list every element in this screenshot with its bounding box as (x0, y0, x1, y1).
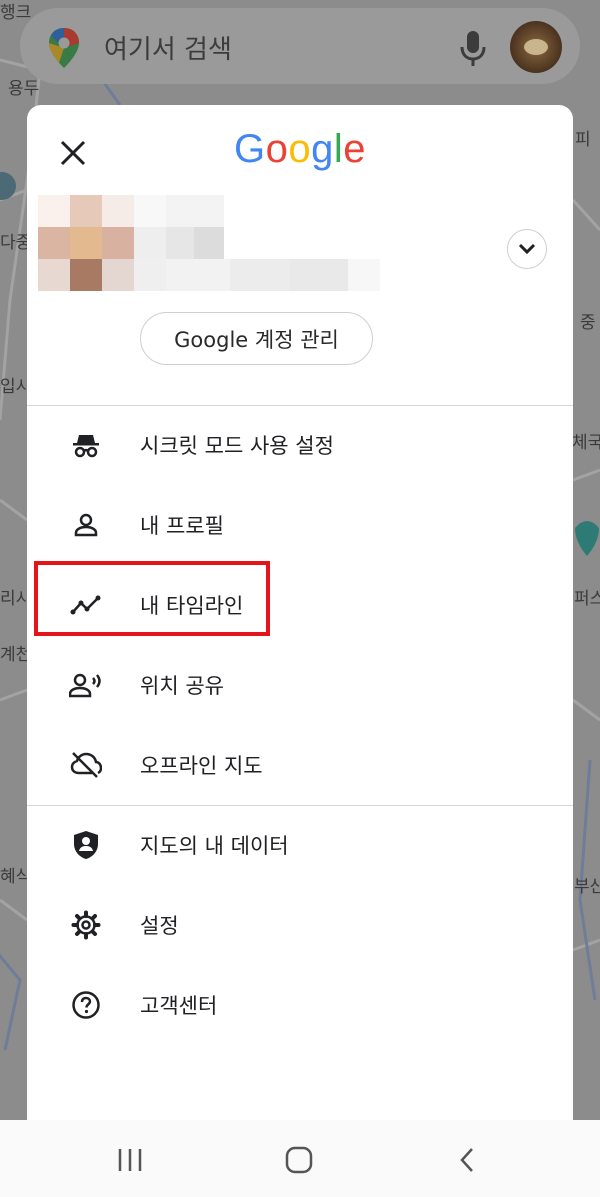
blurred-account-info (38, 195, 383, 291)
back-icon (460, 1148, 473, 1172)
google-logo-letter: o (288, 127, 312, 171)
account-menu-panel: Google Google 계정 관리 시크릿 모드 사용 설정 내 프로필 내… (27, 105, 573, 1120)
menu-item-label: 내 프로필 (140, 514, 224, 538)
map-label: 중 (580, 313, 596, 333)
highlight-box (34, 561, 270, 636)
recent-apps-icon (118, 1149, 142, 1171)
gear-icon (69, 908, 103, 942)
menu-item-label: 지도의 내 데이터 (140, 834, 289, 858)
google-logo-letter: G (233, 127, 266, 171)
menu-item-help[interactable]: 고객센터 (27, 966, 573, 1044)
menu-item-label: 설정 (140, 914, 179, 938)
menu-item-your-data[interactable]: 지도의 내 데이터 (27, 806, 573, 884)
search-input[interactable]: 여기서 검색 (104, 29, 232, 66)
menu-item-label: 위치 공유 (140, 674, 224, 698)
expand-accounts-button[interactable] (507, 229, 547, 269)
map-label: 행크 (0, 3, 32, 23)
menu-item-profile[interactable]: 내 프로필 (27, 486, 573, 564)
home-icon (285, 1146, 313, 1174)
map-label: 퍼스 (574, 589, 600, 609)
google-logo-letter: g (311, 127, 334, 171)
menu-item-label: 고객센터 (140, 994, 218, 1018)
chevron-down-icon (518, 243, 536, 255)
map-label: 용두 (8, 79, 40, 99)
menu-item-offline-maps[interactable]: 오프라인 지도 (27, 726, 573, 804)
menu-item-location-sharing[interactable]: 위치 공유 (27, 646, 573, 724)
menu-item-settings[interactable]: 설정 (27, 886, 573, 964)
menu-item-label: 시크릿 모드 사용 설정 (140, 434, 334, 458)
google-logo-letter: o (265, 127, 289, 171)
home-button[interactable] (277, 1138, 321, 1182)
map-label: 피 (575, 130, 591, 150)
account-avatar[interactable] (510, 21, 562, 73)
maps-pin-icon (49, 28, 79, 68)
incognito-icon (69, 428, 103, 462)
system-navigation-bar (0, 1120, 600, 1197)
back-button[interactable] (445, 1138, 489, 1182)
menu-item-label: 오프라인 지도 (140, 754, 263, 778)
google-logo: Google (27, 127, 573, 172)
google-logo-letter: l (333, 127, 344, 171)
microphone-icon[interactable] (458, 28, 488, 68)
help-icon (69, 988, 103, 1022)
location-sharing-icon (69, 668, 103, 702)
search-bar[interactable]: 여기서 검색 (20, 8, 580, 84)
map-label: 체국 (572, 433, 600, 453)
cloud-off-icon (69, 748, 103, 782)
person-icon (69, 508, 103, 542)
recent-apps-button[interactable] (108, 1138, 152, 1182)
shield-person-icon (69, 828, 103, 862)
map-label: 부산 (574, 877, 600, 897)
google-logo-letter: e (343, 127, 366, 171)
menu-item-incognito[interactable]: 시크릿 모드 사용 설정 (27, 406, 573, 484)
manage-account-button[interactable]: Google 계정 관리 (140, 312, 373, 365)
